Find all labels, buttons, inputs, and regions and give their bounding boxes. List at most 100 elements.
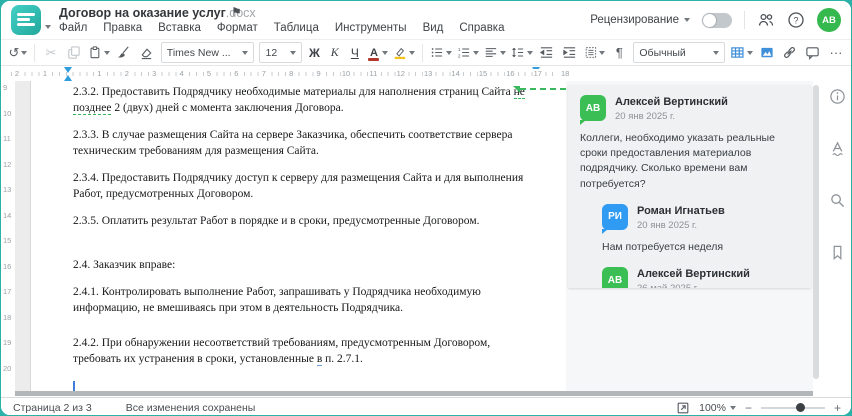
review-toggle[interactable] [702,12,732,28]
format-painter-icon [118,46,129,58]
page-margins-button[interactable] [584,43,606,63]
font-size-select[interactable]: 12 [259,42,302,63]
line-spacing-button[interactable] [511,43,533,63]
insert-comment-button[interactable] [804,43,822,63]
line-spacing-icon [511,47,523,58]
ruler-number: 10 [340,69,352,78]
insert-table-button[interactable] [730,43,753,63]
first-line-indent-marker[interactable] [64,67,72,73]
font-color-button[interactable]: А [367,43,389,63]
font-family-select[interactable]: Times New ... [160,42,255,63]
zoom-select[interactable]: 100% [699,402,736,414]
menu-item-tools[interactable]: Инструменты [335,22,407,34]
italic-button[interactable]: К [327,45,342,60]
zoom-out-button[interactable]: − [745,401,752,415]
statusbar: Страница 2 из 3 Все изменения сохранены … [1,397,851,415]
comment-date: 26 май 2025 г. [637,283,750,288]
menu-item-insert[interactable]: Вставка [158,22,201,34]
menu-item-table[interactable]: Таблица [274,22,319,34]
insert-image-button[interactable] [758,43,776,63]
horizontal-scrollbar[interactable] [15,391,813,396]
vertical-ruler[interactable]: 9 10 11 12 13 14 15 16 17 18 19 20 [1,81,15,391]
comment[interactable]: АВ Алексей Вертинский 20 янв 2025 г. [580,95,799,125]
comment-anchor-arrow [513,86,520,93]
ruler-number: 5 [205,69,213,78]
ruler-number: 15 [3,236,12,245]
svg-text:1: 1 [458,47,461,53]
menu-item-edit[interactable]: Правка [103,22,142,34]
ruler-number: 17 [3,287,12,296]
ruler-number: 12 [395,69,406,78]
ruler-number: 11 [3,134,11,143]
ruler-number: 13 [3,185,12,194]
undo-button[interactable]: ↺ [8,43,28,63]
more-tools-button[interactable]: ··· [827,43,845,63]
info-icon[interactable] [828,87,846,105]
review-mode-dropdown[interactable]: Рецензирование [590,14,690,26]
undo-icon: ↺ [8,44,20,60]
comment-avatar: РИ [602,203,628,234]
horizontal-ruler[interactable]: 2 1 1 2 3 4 5 6 7 8 9 10 11 12 13 14 15 16 17 18 [1,67,571,82]
cut-button[interactable]: ✂ [42,43,60,63]
numbered-list-icon: 12 [458,47,470,60]
right-sidebar [821,67,851,391]
help-icon[interactable]: ? [787,11,805,29]
spellcheck-icon[interactable] [828,139,846,157]
numbered-list-button[interactable]: 12 [457,43,479,63]
bold-button[interactable]: Ж [307,46,322,60]
show-paragraph-marks-button[interactable]: ¶ [610,43,628,63]
bookmark-icon[interactable] [828,243,846,261]
app-logo-icon[interactable] [11,5,41,35]
zoom-in-button[interactable]: + [834,401,841,415]
user-avatar[interactable]: АВ [817,8,841,32]
copy-button[interactable] [65,43,83,63]
link-icon [784,47,796,58]
comment-icon [806,47,820,60]
menu-item-help[interactable]: Справка [459,22,504,34]
comment-thread[interactable]: АВ Алексей Вертинский 20 янв 2025 г. Кол… [568,85,811,288]
zoom-slider[interactable] [760,403,825,412]
comment-reply[interactable]: РИ Роман Игнатьев 20 янв 2025 г. [602,203,799,234]
doc-paragraph: 2.3.3. В случае размещения Сайта на серв… [73,129,513,157]
highlight-color-button[interactable] [393,43,416,63]
fit-page-button[interactable] [676,401,690,415]
ruler-number: 8 [288,69,295,78]
doc-paragraph: 2.4. Заказчик вправе: [73,258,176,271]
align-button[interactable] [484,43,506,63]
image-icon [761,47,773,58]
favorite-flag-icon[interactable]: ⚑ [231,5,242,19]
underline-button[interactable]: Ч [347,46,362,60]
ruler-number: 18 [560,69,571,78]
format-painter-button[interactable] [115,43,133,63]
document-page[interactable]: 2.3.2. Предоставить Подрядчику необходим… [31,81,566,391]
comment-reply[interactable]: АВ Алексей Вертинский 26 май 2025 г. [602,267,799,288]
bullet-list-button[interactable] [430,43,453,63]
ruler-number: 14 [450,69,461,78]
save-status: Все изменения сохранены [125,401,256,414]
ruler-number: 3 [151,69,158,78]
menubar: Файл Правка Вставка Формат Таблица Инстр… [59,22,505,34]
doc-paragraph: 2.4.2. При обнаружении несоответствий тр… [73,337,491,366]
app-menu-caret-icon[interactable] [45,18,51,36]
vertical-scrollbar[interactable] [813,85,819,379]
doc-paragraph: 2.3.5. Оплатить результат Работ в порядк… [73,215,480,227]
menu-item-format[interactable]: Формат [217,22,258,34]
ruler-number: 13 [423,69,434,78]
paragraph-style-select[interactable]: Обычный [633,42,726,63]
ruler-number: 18 [3,312,12,322]
paste-button[interactable] [88,43,110,63]
chevron-down-icon [684,18,690,22]
menu-item-file[interactable]: Файл [59,22,87,34]
align-left-icon [485,48,496,57]
insert-link-button[interactable] [781,43,799,63]
increase-indent-button[interactable] [561,43,579,63]
collaborators-icon[interactable] [757,11,775,29]
decrease-indent-button[interactable] [538,43,556,63]
menu-item-view[interactable]: Вид [423,22,444,34]
zoom-slider-handle[interactable] [796,403,806,412]
copy-icon [68,46,81,59]
search-icon[interactable] [828,191,846,209]
comment-author: Алексей Вертинский [615,96,728,108]
ruler-number: 11 [368,69,379,78]
clear-style-button[interactable] [138,43,156,63]
